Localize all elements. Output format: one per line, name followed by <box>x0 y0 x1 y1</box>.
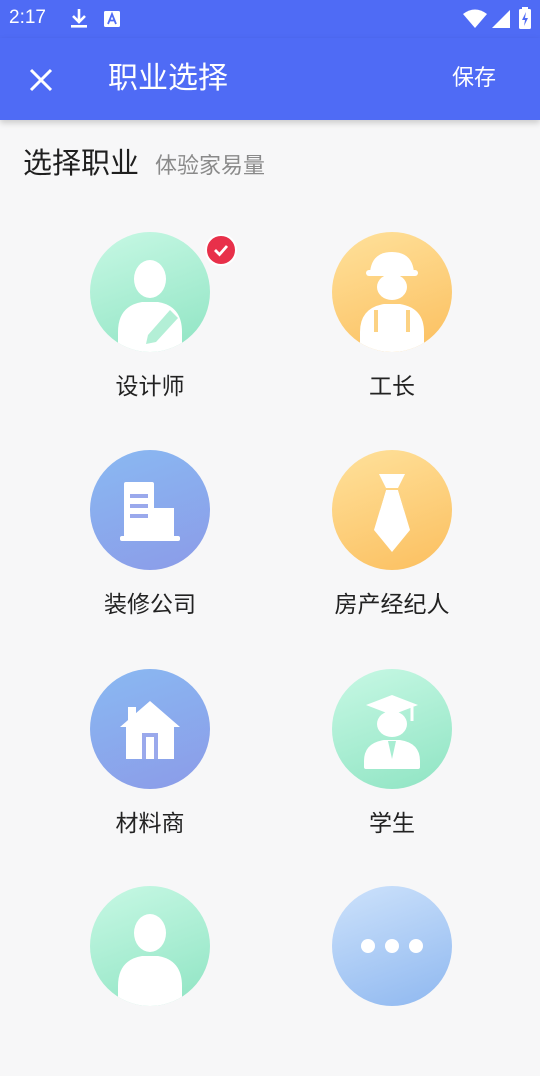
profession-card-student[interactable]: 学生 <box>302 669 482 859</box>
app-bar: 职业选择 保存 <box>0 38 540 120</box>
selected-check-icon <box>205 234 237 266</box>
foreman-hardhat-icon <box>332 232 452 352</box>
profession-label: 房产经纪人 <box>334 592 450 618</box>
person-icon <box>90 886 210 1006</box>
house-icon <box>90 669 210 789</box>
profession-card-material-supplier[interactable]: 材料商 <box>60 669 240 859</box>
download-icon <box>68 6 90 36</box>
profession-card-7[interactable] <box>60 886 240 1076</box>
profession-card-decoration-company[interactable]: 装修公司 <box>60 450 240 640</box>
designer-icon <box>90 232 210 352</box>
cellular-signal-icon <box>490 6 512 36</box>
more-dots-icon <box>332 886 452 1006</box>
profession-label: 学生 <box>369 811 415 837</box>
tie-icon <box>332 450 452 570</box>
building-icon <box>90 450 210 570</box>
section-title: 选择职业 <box>23 146 140 180</box>
profession-card-designer[interactable]: 设计师 <box>60 232 240 422</box>
profession-label: 材料商 <box>115 811 185 837</box>
profession-label: 设计师 <box>115 374 185 400</box>
status-time: 2:17 <box>9 7 46 28</box>
profession-card-more[interactable] <box>302 886 482 1076</box>
section-subtitle: 体验家易量 <box>155 154 266 179</box>
close-icon <box>29 68 53 92</box>
status-bar: 2:17 <box>0 0 540 38</box>
profession-label: 装修公司 <box>104 592 196 618</box>
graduate-icon <box>332 669 452 789</box>
battery-charging-icon <box>518 6 532 36</box>
section-header: 选择职业 体验家易量 <box>23 140 265 186</box>
wifi-icon <box>462 6 488 36</box>
close-button[interactable] <box>18 57 64 103</box>
profession-card-foreman[interactable]: 工长 <box>302 232 482 422</box>
profession-card-real-estate-agent[interactable]: 房产经纪人 <box>302 450 482 640</box>
save-button[interactable]: 保存 <box>452 64 496 94</box>
a-text-icon <box>103 6 121 36</box>
page-title: 职业选择 <box>108 61 228 96</box>
profession-label: 工长 <box>369 374 415 400</box>
